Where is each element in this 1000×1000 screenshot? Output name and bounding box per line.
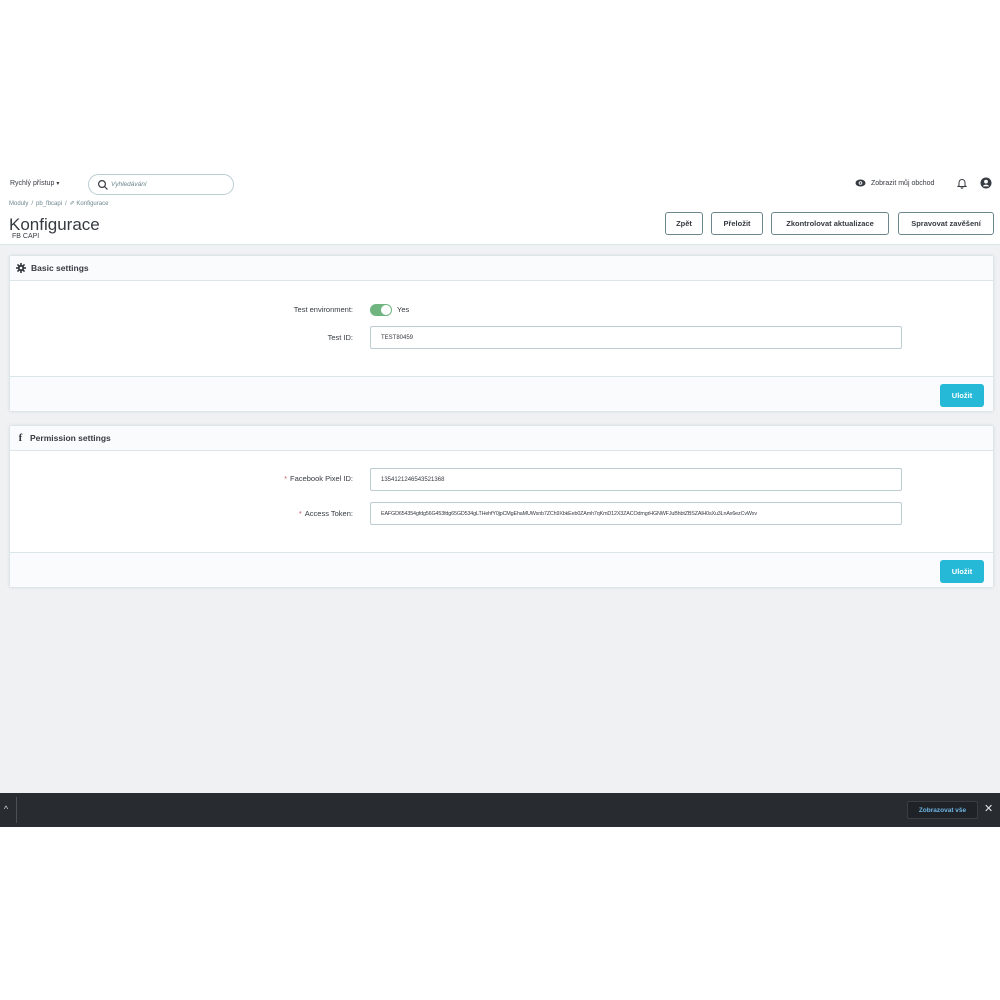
panel-footer: Uložit	[10, 552, 993, 587]
bell-icon[interactable]	[956, 177, 968, 189]
quick-access-label: Rychlý přístup	[10, 180, 55, 187]
close-icon[interactable]: ✕	[984, 802, 993, 815]
permission-settings-panel: f Permission settings * Facebook Pixel ID…	[9, 425, 994, 588]
test-environment-label: Test environment:	[293, 305, 353, 314]
user-account-icon[interactable]	[980, 177, 992, 189]
access-token-label-text: Access Token:	[304, 509, 353, 518]
search-icon	[97, 179, 108, 190]
eye-icon	[855, 179, 866, 187]
access-token-input[interactable]: EAFGD654354gfdg56G453fdg65GD534gLTHehfY0…	[370, 502, 902, 525]
required-mark: *	[284, 474, 288, 483]
page-title: Konfigurace	[9, 215, 100, 234]
facebook-icon: f	[18, 432, 23, 444]
manage-hooks-button[interactable]: Spravovat zavěšení	[898, 212, 994, 235]
check-updates-button[interactable]: Zkontrolovat aktualizace	[771, 212, 889, 235]
panel-footer: Uložit	[10, 376, 993, 411]
page-subtitle: FB CAPI	[12, 233, 40, 240]
show-all-button[interactable]: Zobrazovat vše	[907, 801, 978, 819]
test-id-input[interactable]: TEST80459	[370, 326, 902, 349]
admin-screen: Rychlý přístup ▾ Vyhledávání Zobrazit můj…	[0, 173, 1000, 827]
expand-chevron-icon[interactable]: ^	[0, 804, 12, 814]
breadcrumb-item[interactable]: pb_fbcapi	[36, 201, 62, 207]
wrench-icon: ✐	[69, 201, 75, 207]
breadcrumb: Moduly / pb_fbcapi / ✐ Konfigurace	[9, 201, 109, 207]
panel-header: f Permission settings	[10, 426, 993, 451]
view-shop-label: Zobrazit můj obchod	[871, 179, 935, 187]
panel-title: Basic settings	[31, 263, 89, 273]
bottom-notification-bar: ^ Zobrazovat vše ✕	[0, 793, 1000, 827]
panel-title: Permission settings	[30, 433, 111, 443]
pixel-id-label-text: Facebook Pixel ID:	[290, 474, 353, 483]
required-mark: *	[298, 509, 302, 518]
pixel-id-input[interactable]: 1354121246543521368	[370, 468, 902, 491]
view-shop-link[interactable]: Zobrazit můj obchod	[855, 179, 934, 187]
page-header: Rychlý přístup ▾ Vyhledávání Zobrazit můj…	[0, 173, 1000, 245]
toggle-knob	[381, 305, 391, 315]
test-id-label: Test ID:	[327, 333, 353, 342]
breadcrumb-item[interactable]: Moduly	[9, 201, 28, 207]
translate-button[interactable]: Přeložit	[711, 212, 763, 235]
test-environment-toggle[interactable]	[370, 304, 392, 316]
save-button[interactable]: Uložit	[940, 560, 984, 583]
access-token-label: * Access Token:	[299, 509, 353, 518]
caret-down-icon: ▾	[56, 181, 60, 187]
search-placeholder: Vyhledávání	[111, 181, 147, 188]
panel-header: Basic settings	[10, 256, 993, 281]
pixel-id-label: * Facebook Pixel ID:	[284, 474, 353, 483]
divider	[16, 797, 17, 823]
basic-settings-panel: Basic settings Test environment: Yes Tes…	[9, 255, 994, 412]
quick-access-menu[interactable]: Rychlý přístup ▾	[10, 180, 59, 187]
save-button[interactable]: Uložit	[940, 384, 984, 407]
gear-icon	[16, 263, 26, 273]
toggle-value: Yes	[397, 305, 410, 314]
back-button[interactable]: Zpět	[665, 212, 703, 235]
search-input[interactable]: Vyhledávání	[88, 174, 234, 195]
breadcrumb-item: Konfigurace	[76, 201, 109, 207]
